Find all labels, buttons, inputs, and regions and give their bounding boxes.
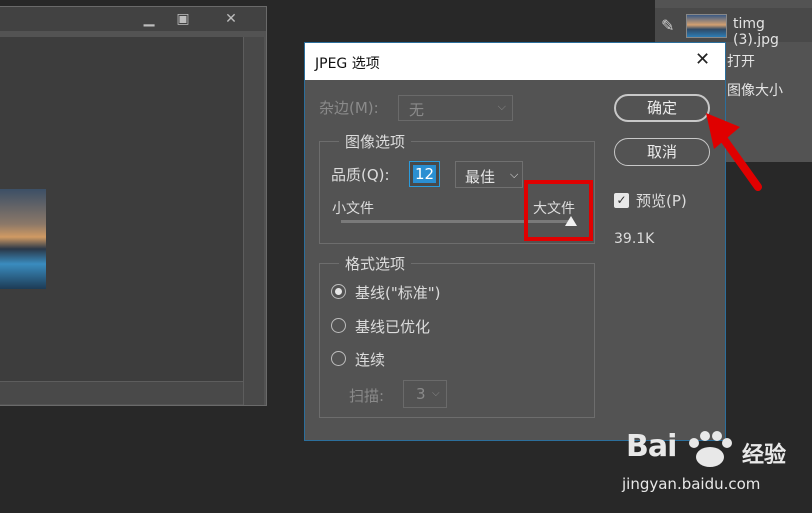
jpeg-options-dialog: JPEG 选项 ✕ 杂边(M): 无 ⌵ 图像选项 品质(Q): 12 最佳 ⌵… [304, 42, 726, 441]
quality-value: 12 [413, 165, 437, 183]
radio-baseline-optimized[interactable] [331, 318, 346, 333]
brush-icon[interactable]: ✎ [661, 16, 674, 35]
baidu-watermark: Bai 经验 jingyan.baidu.com [620, 425, 810, 513]
image-options-title: 图像选项 [339, 131, 412, 152]
annotation-arrow-icon [706, 113, 762, 191]
radio-progressive-label[interactable]: 连续 [355, 349, 385, 370]
quality-preset-value: 最佳 [465, 168, 496, 186]
radio-baseline-label[interactable]: 基线("标准") [355, 282, 441, 303]
document-window: ▁ ▣ ✕ [0, 6, 267, 406]
radio-baseline[interactable] [331, 284, 346, 299]
quality-preset-select[interactable]: 最佳 ⌵ [455, 161, 523, 188]
chevron-down-icon: ⌵ [432, 388, 440, 399]
radio-baseline-optimized-label[interactable]: 基线已优化 [355, 316, 430, 337]
layer-row[interactable]: ✎ timg (3).jpg [655, 8, 812, 48]
maximize-icon[interactable]: ▣ [170, 9, 196, 29]
matte-label: 杂边(M): [319, 99, 379, 117]
close-icon[interactable]: ✕ [218, 9, 244, 29]
ok-button[interactable]: 确定 [614, 94, 710, 122]
menu-item-open[interactable]: 打开 [727, 51, 755, 71]
close-icon[interactable]: ✕ [695, 49, 710, 70]
chevron-down-icon: ⌵ [497, 100, 506, 113]
document-canvas[interactable] [0, 37, 243, 381]
quality-label: 品质(Q): [331, 166, 390, 184]
chevron-down-icon: ⌵ [510, 168, 519, 181]
small-file-label: 小文件 [332, 201, 374, 217]
highlight-box [524, 180, 593, 241]
document-image [0, 189, 46, 289]
cancel-button[interactable]: 取消 [614, 138, 710, 166]
menu-item-image-size[interactable]: 图像大小 [727, 80, 783, 100]
layer-name: timg (3).jpg [733, 16, 779, 48]
file-size-readout: 39.1K [614, 231, 655, 247]
horizontal-scrollbar[interactable] [0, 381, 243, 404]
vertical-scrollbar[interactable] [243, 37, 264, 405]
radio-progressive[interactable] [331, 351, 346, 366]
paw-icon [689, 431, 732, 467]
preview-checkbox[interactable]: ✓ [614, 193, 629, 208]
scans-select: 3 ⌵ [403, 380, 447, 408]
preview-label[interactable]: 预览(P) [636, 190, 687, 211]
watermark-brand: Bai [626, 429, 677, 464]
matte-value: 无 [409, 101, 425, 119]
minimize-icon[interactable]: ▁ [136, 9, 162, 29]
quality-input[interactable]: 12 [409, 161, 440, 187]
watermark-jingyan: 经验 [742, 443, 787, 468]
matte-select: 无 ⌵ [398, 95, 513, 121]
dialog-title: JPEG 选项 [315, 56, 380, 72]
scans-value: 3 [416, 385, 426, 403]
scans-label: 扫描: [349, 387, 385, 405]
layer-thumbnail [686, 14, 727, 38]
dialog-titlebar: JPEG 选项 ✕ [305, 43, 725, 80]
format-options-title: 格式选项 [339, 253, 412, 274]
watermark-url: jingyan.baidu.com [622, 475, 761, 493]
document-titlebar: ▁ ▣ ✕ [0, 7, 266, 31]
